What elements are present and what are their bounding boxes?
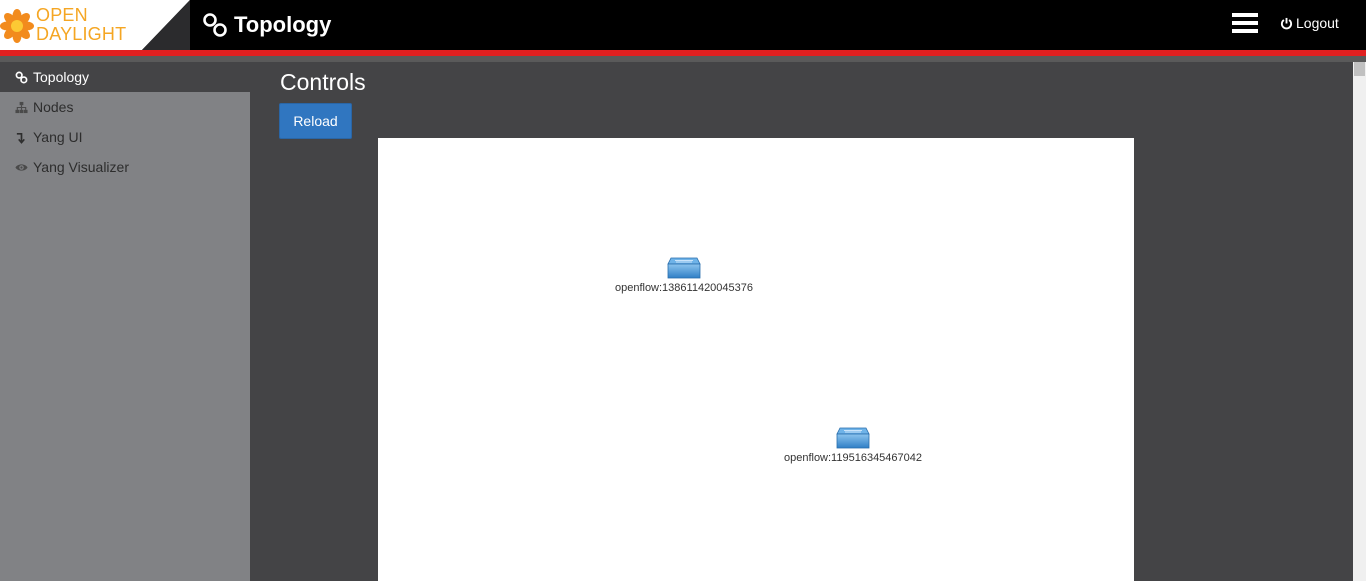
- logo-line-open: OPEN: [36, 5, 88, 25]
- switch-icon: [667, 257, 701, 279]
- sidebar-item-label: Nodes: [33, 99, 74, 115]
- node-label: openflow:138611420045376: [614, 282, 754, 294]
- scrollbar-thumb[interactable]: [1354, 62, 1365, 76]
- node-label: openflow:119516345467042: [783, 452, 923, 464]
- topology-canvas[interactable]: openflow:138611420045376 openflow:119516…: [378, 138, 1134, 581]
- logo-text: OPEN DAYLIGHT: [36, 6, 126, 44]
- sidebar-item-yang-ui[interactable]: Yang UI: [0, 122, 250, 152]
- sidebar-item-label: Yang UI: [33, 129, 83, 145]
- logo-line-daylight: DAYLIGHT: [36, 24, 127, 44]
- sidebar-item-label: Topology: [33, 69, 90, 85]
- main-content: Controls Reload openflow:138611420045376: [250, 62, 1353, 581]
- topology-node[interactable]: openflow:138611420045376: [604, 256, 764, 294]
- reload-button[interactable]: Reload: [279, 103, 352, 139]
- sitemap-icon: [15, 101, 28, 113]
- arrow-down-icon: [16, 132, 25, 144]
- sidebar-item-topology[interactable]: Topology: [0, 62, 250, 92]
- hamburger-menu-icon[interactable]: [1232, 13, 1258, 35]
- link-icon: [15, 71, 28, 83]
- sun-flower-icon: [0, 9, 34, 43]
- opendaylight-logo[interactable]: OPEN DAYLIGHT: [0, 0, 190, 50]
- sidebar-item-label: Yang Visualizer: [33, 159, 129, 175]
- topology-node[interactable]: openflow:119516345467042: [773, 426, 933, 464]
- eye-icon: [15, 163, 28, 171]
- sidebar-item-yang-visualizer[interactable]: Yang Visualizer: [0, 152, 250, 182]
- top-header: OPEN DAYLIGHT Topology Logout: [0, 0, 1366, 50]
- logout-button[interactable]: Logout: [1280, 15, 1339, 31]
- controls-heading: Controls: [280, 69, 366, 95]
- page-title: Topology: [202, 10, 331, 40]
- power-icon: [1280, 17, 1293, 29]
- topology-link-icon: [203, 13, 227, 37]
- switch-icon: [836, 427, 870, 449]
- logout-label: Logout: [1296, 15, 1339, 31]
- vertical-scrollbar[interactable]: [1353, 62, 1366, 581]
- sidebar-item-nodes[interactable]: Nodes: [0, 92, 250, 122]
- page-title-text: Topology: [234, 12, 332, 37]
- sidebar: Topology Nodes Yang UI Yang Visualizer: [0, 62, 250, 581]
